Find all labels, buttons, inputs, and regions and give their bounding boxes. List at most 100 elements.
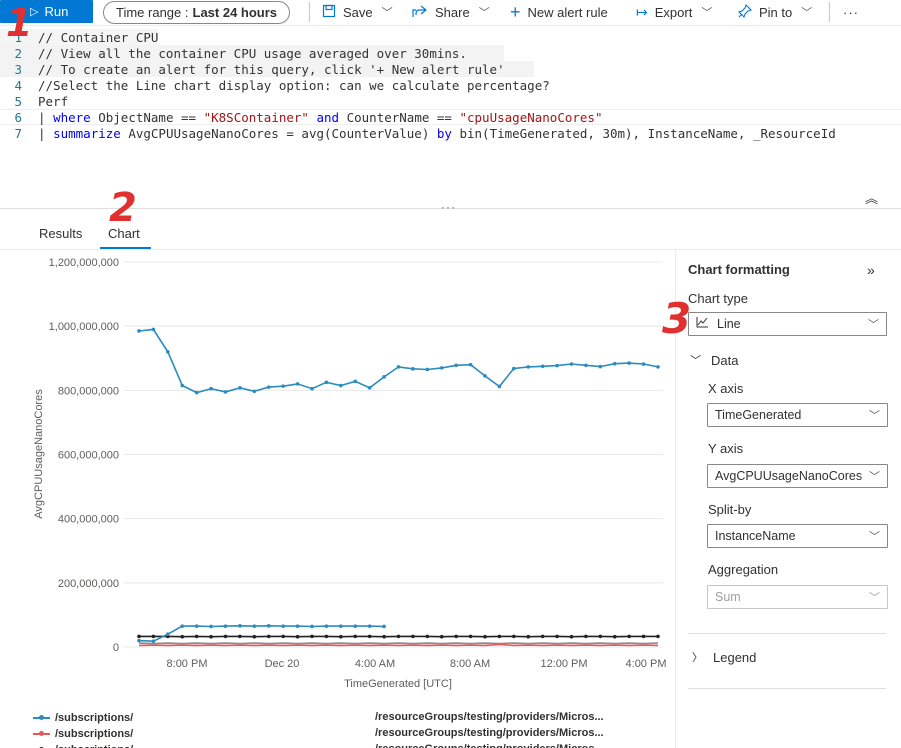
x-tick-label: 8:00 PM — [167, 658, 208, 670]
pane-divider — [688, 688, 886, 689]
data-point — [598, 364, 603, 369]
run-button-label: Run — [44, 4, 69, 19]
data-point — [281, 624, 285, 628]
y-axis-dropdown[interactable]: AvgCPUUsageNanoCores ﹀ — [707, 464, 888, 488]
chevron-down-icon: ﹀ — [381, 7, 393, 19]
data-point — [584, 363, 588, 368]
y-axis-label: Y axis — [708, 441, 744, 456]
split-by-dropdown[interactable]: InstanceName ﹀ — [707, 524, 888, 548]
line-number: 4 — [14, 77, 22, 93]
data-point — [526, 634, 531, 639]
y-tick-label: 400,000,000 — [58, 514, 119, 526]
data-point — [166, 350, 170, 354]
chart-formatting-pane: Chart formatting » Chart type Line ﹀ ﹀ D… — [675, 250, 901, 748]
share-button[interactable]: Share ﹀ — [412, 0, 490, 24]
legend-section-label: Legend — [713, 649, 757, 665]
data-point — [612, 634, 617, 639]
plus-icon: + — [510, 1, 521, 22]
collapse-pane-icon[interactable]: » — [867, 262, 875, 278]
toolbar-divider — [309, 2, 310, 22]
save-button[interactable]: Save ﹀ — [322, 0, 393, 24]
aggregation-value: Sum — [715, 590, 741, 604]
data-point — [425, 634, 430, 639]
data-point — [497, 634, 502, 639]
legend-swatch — [33, 731, 50, 736]
data-point — [223, 624, 228, 628]
data-point — [238, 385, 242, 390]
data-point — [339, 624, 343, 628]
data-point — [252, 389, 257, 394]
chart-type-dropdown[interactable]: Line ﹀ — [688, 312, 887, 336]
time-range-label: Time range : — [116, 5, 189, 20]
y-tick-label: 600,000,000 — [58, 450, 119, 462]
annotation-3: 3 — [662, 294, 692, 343]
data-point — [252, 634, 257, 639]
line-number: 3 — [14, 61, 22, 77]
data-point — [223, 634, 228, 639]
data-point — [324, 634, 329, 639]
legend-swatch — [33, 715, 50, 720]
query-editor[interactable]: 1// Container CPU 2// View all the conta… — [0, 27, 901, 207]
data-point — [339, 383, 343, 388]
data-point — [295, 382, 300, 386]
chevron-down-icon: ﹀ — [869, 592, 880, 604]
y-axis-value: AvgCPUUsageNanoCores — [715, 469, 863, 483]
chevron-down-icon: ﹀ — [869, 410, 880, 422]
pin-to-button[interactable]: Pin to ﹀ — [737, 0, 813, 24]
chart-type-label: Chart type — [688, 291, 748, 306]
chevron-down-icon: ﹀ — [801, 7, 813, 19]
x-tick-label: 4:00 PM — [626, 658, 667, 670]
x-axis-dropdown[interactable]: TimeGenerated ﹀ — [707, 403, 888, 427]
tab-results[interactable]: Results — [39, 226, 82, 241]
data-point — [339, 634, 343, 639]
splitter-handle[interactable]: ··· — [441, 200, 456, 214]
data-point — [569, 362, 574, 366]
legend-item[interactable]: /subscriptions/ — [33, 726, 133, 742]
data-point — [194, 634, 199, 639]
data-section-header[interactable]: ﹀ Data — [690, 352, 738, 368]
collapse-editor-icon[interactable]: ︽ — [865, 188, 878, 207]
series-line — [138, 328, 659, 394]
data-point — [396, 634, 401, 639]
chevron-down-icon: ﹀ — [690, 355, 701, 367]
data-point — [627, 361, 631, 365]
series-line — [138, 624, 385, 643]
data-point — [555, 634, 559, 639]
x-tick-label: 8:00 AM — [450, 658, 490, 670]
code-text: | where ObjectName == "K8SContainer" and… — [38, 109, 603, 125]
data-point — [483, 634, 487, 639]
code-text: | summarize AvgCPUUsageNanoCores = avg(C… — [38, 125, 836, 141]
legend-label: /subscriptions/ — [55, 712, 134, 724]
code-line: 3 // To create an alert for this query, c… — [0, 61, 534, 77]
data-point — [238, 634, 242, 639]
pane-divider — [688, 633, 886, 634]
export-button[interactable]: ↦ Export ﹀ — [636, 0, 712, 24]
data-point — [468, 634, 473, 639]
more-options-button[interactable]: ··· — [843, 0, 859, 24]
data-point — [540, 634, 545, 639]
data-point — [598, 634, 603, 639]
data-point — [367, 385, 372, 390]
data-point — [223, 390, 228, 394]
code-text: // Container CPU — [38, 29, 159, 45]
time-range-value: Last 24 hours — [192, 5, 278, 20]
y-tick-label: 800,000,000 — [58, 385, 119, 397]
legend-section-header[interactable]: 〉 Legend — [692, 649, 756, 665]
x-tick-label: 4:00 AM — [355, 658, 395, 670]
new-alert-rule-label: New alert rule — [527, 4, 608, 20]
code-text: // View all the container CPU usage aver… — [38, 45, 467, 61]
new-alert-rule-button[interactable]: + New alert rule — [510, 0, 608, 24]
legend-label-resource: /resourceGroups/testing/providers/Micros… — [375, 711, 604, 723]
data-point — [454, 634, 458, 639]
legend-item[interactable]: /subscriptions/ — [33, 742, 133, 748]
data-point — [353, 624, 358, 628]
line-chart[interactable]: 1,200,000,000 1,000,000,000 800,000,000 600… — [0, 250, 676, 698]
data-point — [137, 634, 141, 639]
line-number: 2 — [14, 45, 22, 61]
pin-icon — [737, 3, 753, 21]
legend-item[interactable]: /subscriptions/ — [33, 710, 133, 726]
time-range-picker[interactable]: Time range : Last 24 hours — [103, 1, 291, 24]
data-point — [137, 638, 141, 643]
x-axis-title: TimeGenerated [UTC] — [344, 678, 452, 690]
legend-label-resource: /resourceGroups/testing/providers/Micros… — [375, 743, 604, 748]
